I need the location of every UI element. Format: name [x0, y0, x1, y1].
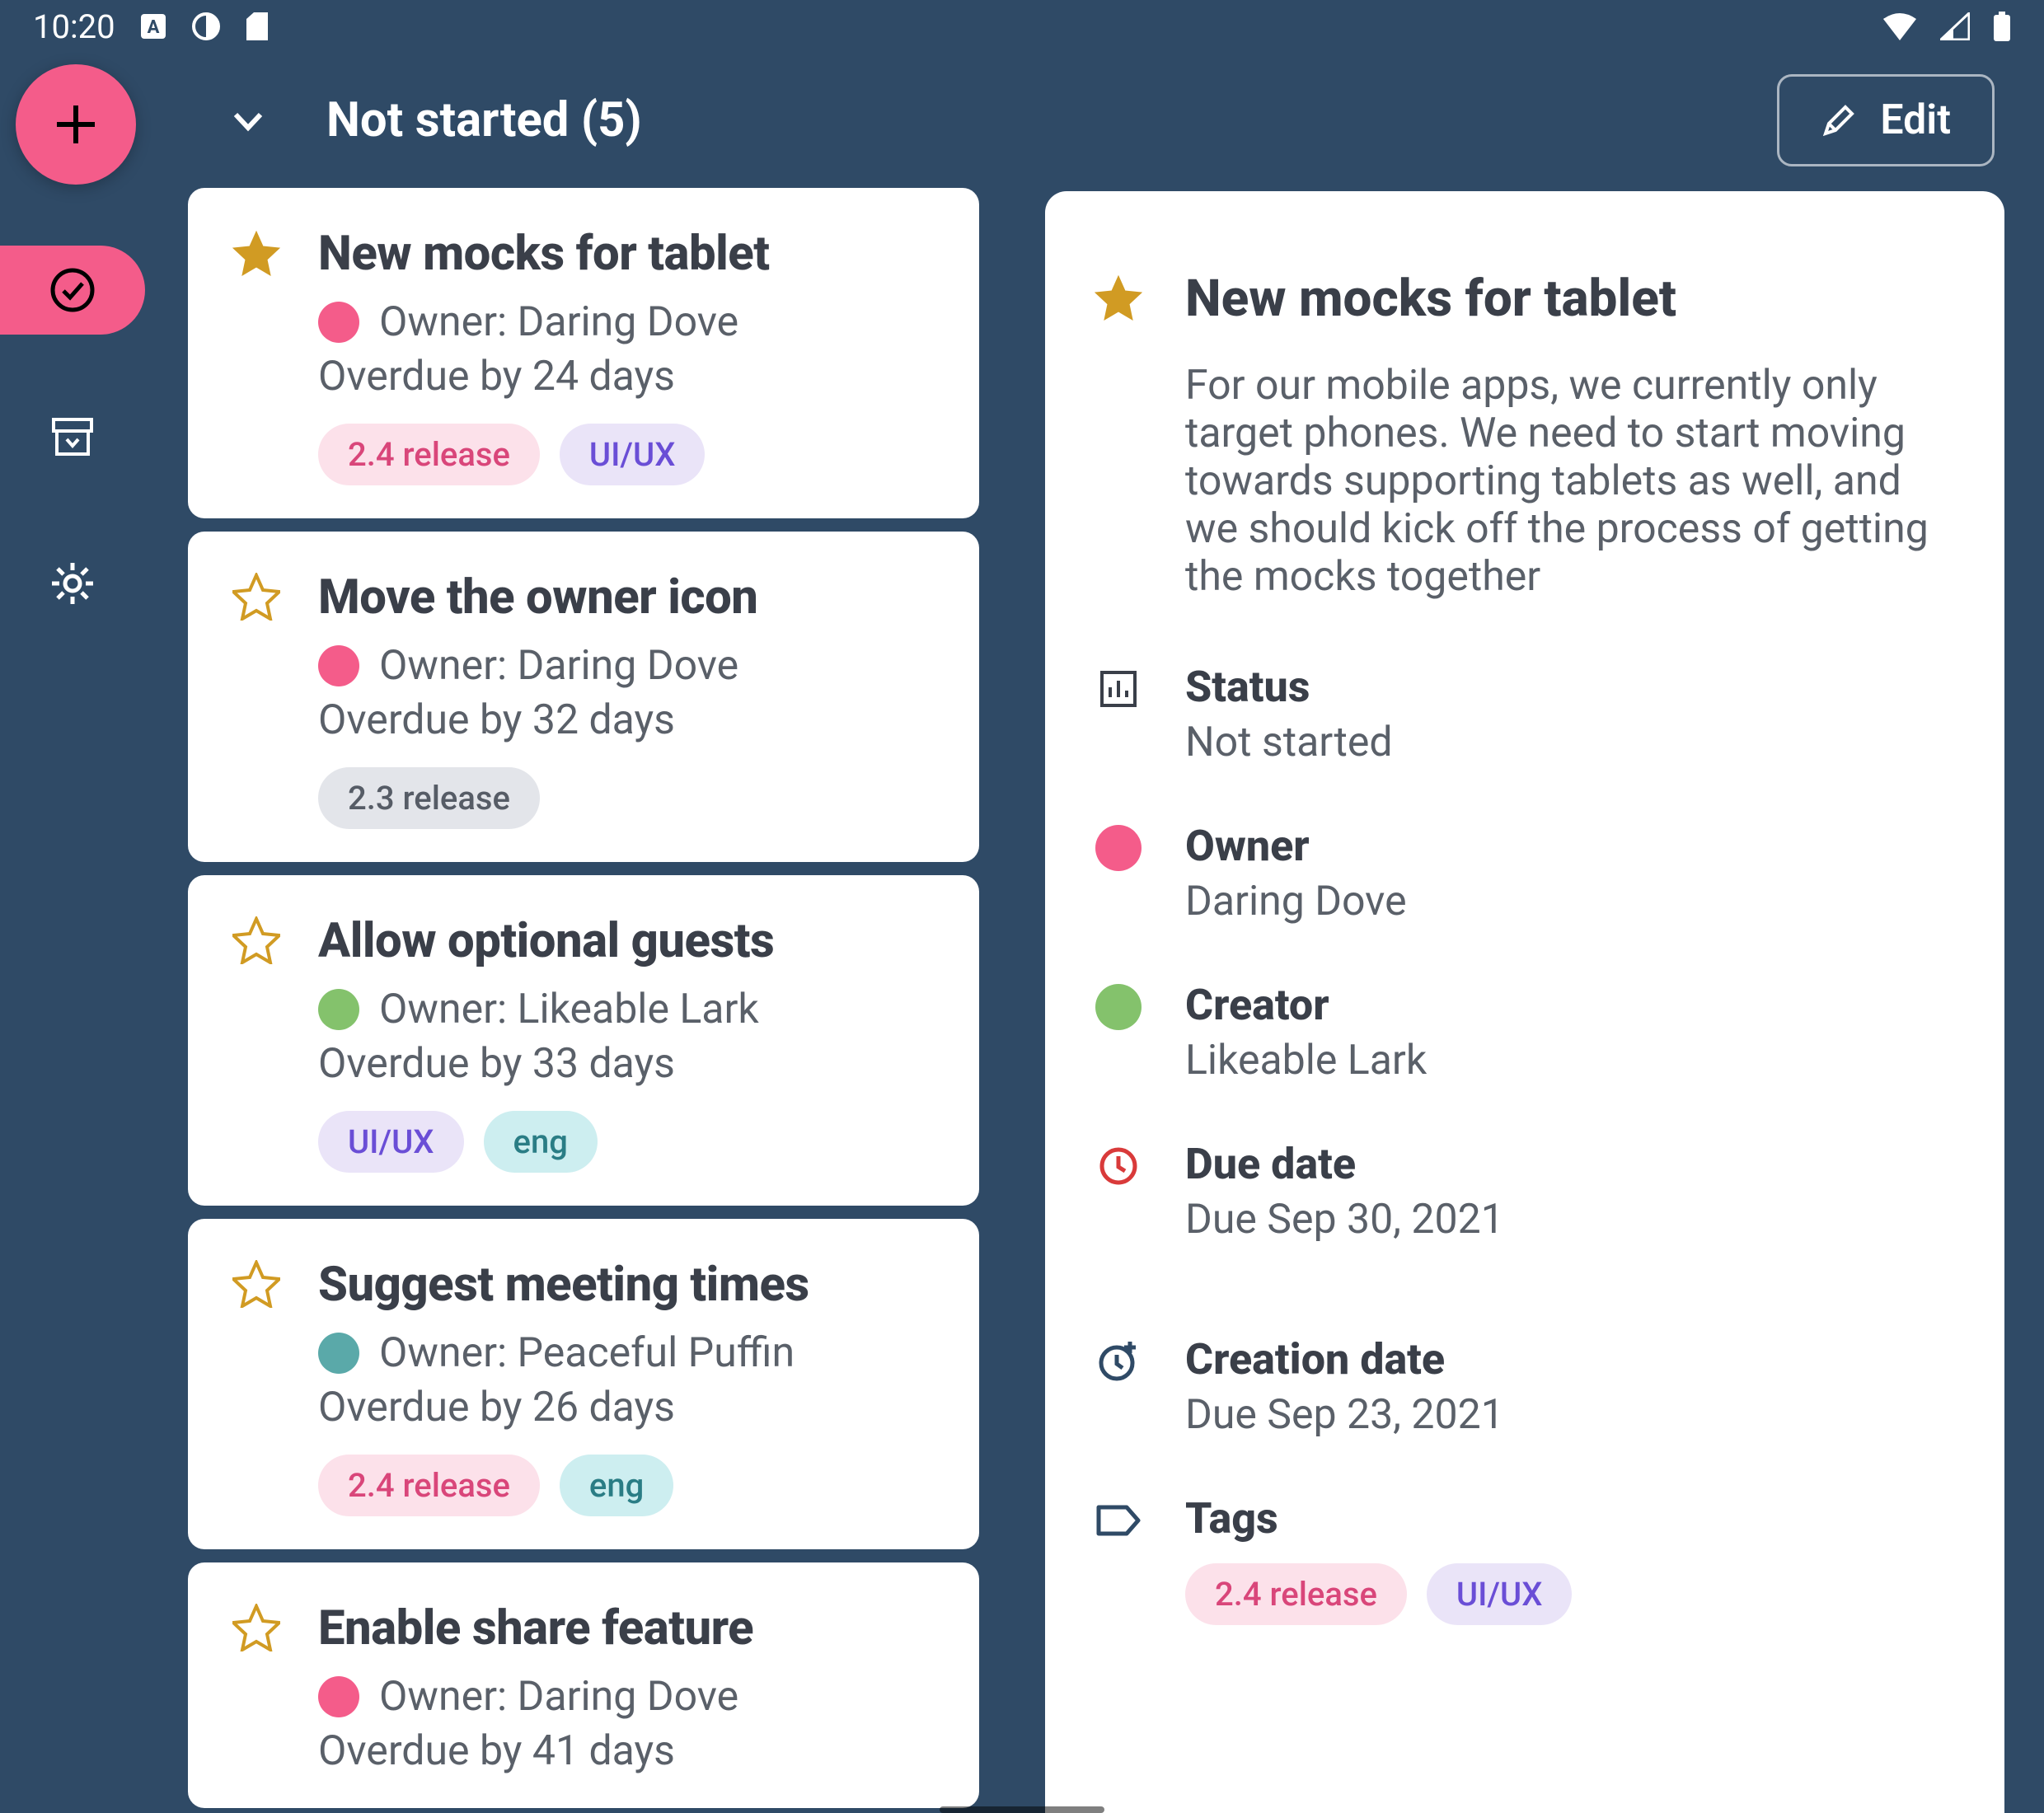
gesture-nav-handle[interactable] [940, 1806, 1104, 1813]
task-tags: 2.4 release eng [318, 1455, 940, 1516]
created-label: Creation date [1185, 1334, 1504, 1384]
task-owner: Owner: Peaceful Puffin [318, 1329, 940, 1377]
detail-row-tags: Tags 2.4 release UI/UX [1095, 1493, 1930, 1625]
task-owner: Owner: Daring Dove [318, 1673, 940, 1721]
owner-label: Owner [1185, 821, 1407, 871]
task-star-toggle[interactable] [232, 1604, 280, 1775]
created-value: Due Sep 23, 2021 [1185, 1391, 1504, 1439]
half-circle-icon [191, 12, 221, 41]
owner-avatar-icon [318, 302, 359, 343]
clock-icon [1095, 1142, 1142, 1190]
task-list[interactable]: New mocks for tablet Owner: Daring Dove … [188, 188, 979, 1813]
owner-avatar-icon [318, 645, 359, 686]
status-time: 10:20 [33, 7, 115, 46]
rail-tab-settings[interactable] [0, 539, 145, 628]
tag-chip[interactable]: 2.4 release [318, 1455, 540, 1516]
tag-chip[interactable]: eng [560, 1455, 673, 1516]
cell-signal-icon [1940, 12, 1970, 40]
task-due: Overdue by 41 days [318, 1727, 940, 1775]
rail-tab-tasks[interactable] [0, 246, 145, 335]
chevron-down-icon [229, 101, 267, 139]
task-card[interactable]: New mocks for tablet Owner: Daring Dove … [188, 188, 979, 518]
detail-description: For our mobile apps, we currently only t… [1185, 362, 1930, 601]
task-title: Allow optional guests [318, 913, 940, 969]
status-label: Status [1185, 662, 1393, 712]
edit-button[interactable]: Edit [1777, 74, 1995, 166]
creator-avatar-icon [1095, 983, 1142, 1031]
task-tags: 2.3 release [318, 767, 940, 829]
checkmark-circle-icon [48, 265, 97, 315]
detail-title: New mocks for tablet [1185, 269, 1930, 329]
task-card[interactable]: Allow optional guests Owner: Likeable La… [188, 875, 979, 1206]
sd-card-icon [244, 12, 270, 41]
task-owner: Owner: Likeable Lark [318, 986, 940, 1033]
tag-chip[interactable]: UI/UX [560, 424, 706, 485]
task-due: Overdue by 32 days [318, 696, 940, 744]
detail-row-due: Due date Due Sep 30, 2021 [1095, 1139, 1930, 1244]
task-owner: Owner: Daring Dove [318, 298, 940, 346]
tag-chip[interactable]: 2.4 release [1185, 1563, 1407, 1625]
wifi-icon [1882, 12, 1917, 40]
tag-chip[interactable]: UI/UX [318, 1111, 464, 1173]
tag-chip[interactable]: eng [484, 1111, 598, 1173]
tag-chip[interactable]: 2.3 release [318, 767, 540, 829]
detail-row-owner: Owner Daring Dove [1095, 821, 1930, 925]
task-star-toggle[interactable] [232, 1260, 280, 1516]
tags-label: Tags [1185, 1493, 1572, 1544]
owner-avatar-icon [318, 989, 359, 1030]
gear-icon [48, 559, 97, 608]
rail-tab-archive[interactable] [0, 392, 145, 481]
svg-text:A: A [147, 17, 159, 38]
task-tags: UI/UX eng [318, 1111, 940, 1173]
owner-avatar-icon [318, 1333, 359, 1374]
status-icon [1095, 665, 1142, 713]
task-due: Overdue by 33 days [318, 1040, 940, 1088]
list-header: Not started (5) Edit [157, 63, 2044, 178]
creator-value: Likeable Lark [1185, 1037, 1427, 1085]
task-title: Move the owner icon [318, 569, 940, 625]
task-owner: Owner: Daring Dove [318, 642, 940, 690]
owner-value: Daring Dove [1185, 878, 1407, 925]
due-value: Due Sep 30, 2021 [1185, 1196, 1504, 1244]
task-card[interactable]: Move the owner icon Owner: Daring Dove O… [188, 532, 979, 862]
navigation-rail [0, 0, 152, 1813]
keyboard-icon: A [138, 12, 168, 41]
task-tags: 2.4 release UI/UX [318, 424, 940, 485]
owner-avatar-icon [1095, 824, 1142, 872]
creator-label: Creator [1185, 980, 1427, 1030]
task-title: Enable share feature [318, 1600, 940, 1656]
tag-icon [1095, 1497, 1142, 1544]
task-title: New mocks for tablet [318, 226, 940, 282]
list-title-wrap[interactable]: Not started (5) [229, 92, 642, 148]
list-title: Not started (5) [326, 92, 642, 148]
archive-icon [48, 412, 97, 461]
task-card[interactable]: Suggest meeting times Owner: Peaceful Pu… [188, 1219, 979, 1549]
android-status-bar: 10:20 A [0, 0, 2044, 53]
tag-chip[interactable]: UI/UX [1427, 1563, 1573, 1625]
create-task-fab[interactable] [16, 64, 136, 185]
battery-icon [1993, 11, 2011, 42]
detail-row-created: Creation date Due Sep 23, 2021 [1095, 1334, 1930, 1439]
detail-tags-row: 2.4 release UI/UX [1185, 1563, 1572, 1625]
task-detail-pane: New mocks for tablet For our mobile apps… [1045, 191, 2004, 1813]
tag-chip[interactable]: 2.4 release [318, 424, 540, 485]
status-value: Not started [1185, 719, 1393, 766]
detail-row-creator: Creator Likeable Lark [1095, 980, 1930, 1085]
task-star-toggle[interactable] [232, 916, 280, 1173]
task-star-toggle[interactable] [232, 229, 280, 485]
detail-row-status: Status Not started [1095, 662, 1930, 766]
plus-icon [52, 101, 100, 148]
clock-plus-icon [1095, 1337, 1142, 1385]
task-title: Suggest meeting times [318, 1257, 940, 1313]
edit-button-label: Edit [1880, 96, 1951, 144]
task-card[interactable]: Enable share feature Owner: Daring Dove … [188, 1562, 979, 1808]
due-label: Due date [1185, 1139, 1504, 1189]
task-due: Overdue by 26 days [318, 1384, 940, 1431]
owner-avatar-icon [318, 1676, 359, 1717]
task-star-toggle[interactable] [232, 573, 280, 829]
pencil-icon [1821, 102, 1857, 138]
detail-star[interactable] [1095, 274, 1142, 601]
task-due: Overdue by 24 days [318, 353, 940, 401]
